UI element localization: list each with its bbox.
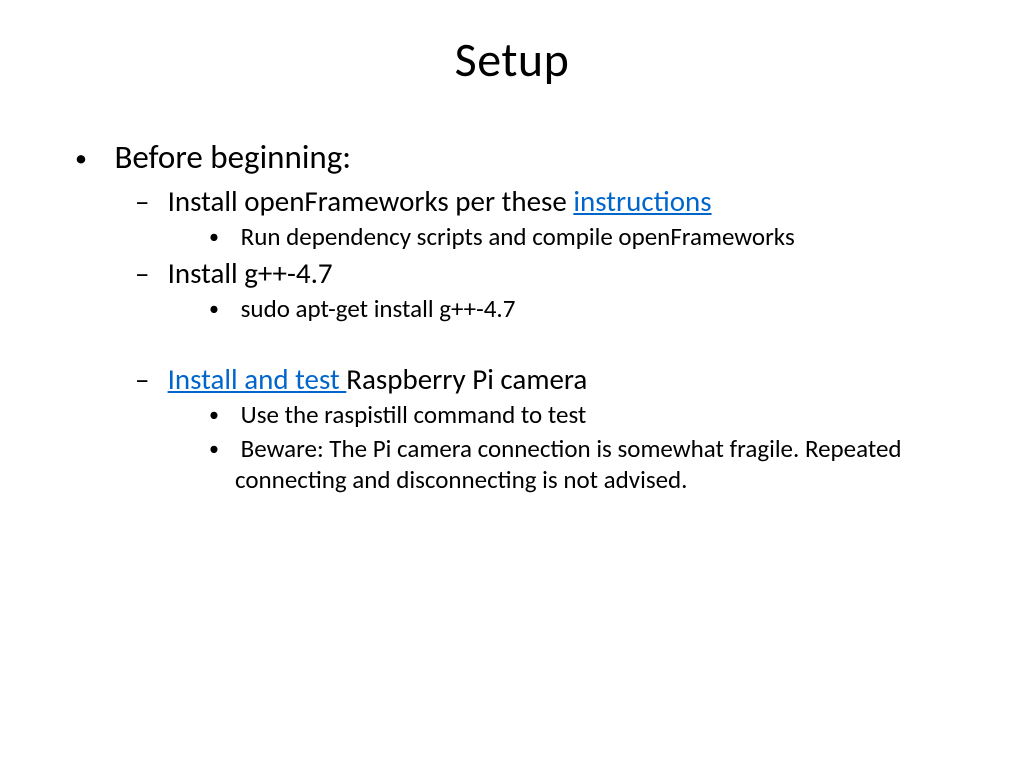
instructions-link[interactable]: instructions: [573, 183, 711, 219]
install-test-link[interactable]: Install and test: [168, 361, 347, 397]
bullet-beware: Beware: The Pi camera connection is some…: [209, 433, 939, 496]
slide-title: Setup: [85, 30, 939, 89]
bullet-text: Install openFrameworks per these: [168, 183, 574, 219]
bullet-run-dependency: Run dependency scripts and compile openF…: [209, 221, 939, 252]
bullet-text: Install g++-4.7: [168, 255, 333, 291]
bullet-sudo-apt: sudo apt-get install g++-4.7: [209, 293, 939, 324]
bullet-raspistill: Use the raspistill command to test: [209, 399, 939, 430]
bullet-list-level3: Use the raspistill command to test Bewar…: [161, 399, 939, 496]
bullet-list-level3: sudo apt-get install g++-4.7: [161, 293, 939, 324]
bullet-install-gpp: Install g++-4.7 sudo apt-get install g++…: [135, 255, 939, 324]
bullet-text: Raspberry Pi camera: [346, 361, 587, 397]
bullet-text: Beware: The Pi camera connection is some…: [235, 433, 902, 495]
bullet-before-beginning: Before beginning: Install openFrameworks…: [85, 137, 939, 495]
bullet-list-level3: Run dependency scripts and compile openF…: [161, 221, 939, 252]
bullet-install-openframeworks: Install openFrameworks per these instruc…: [135, 183, 939, 252]
bullet-text: Run dependency scripts and compile openF…: [241, 221, 795, 252]
bullet-list-level2: Install openFrameworks per these instruc…: [85, 183, 939, 495]
bullet-text: Use the raspistill command to test: [241, 399, 587, 430]
bullet-install-test-camera: Install and test Raspberry Pi camera Use…: [135, 361, 939, 496]
bullet-text: sudo apt-get install g++-4.7: [241, 293, 516, 324]
bullet-text: Before beginning:: [114, 137, 351, 177]
bullet-list-level1: Before beginning: Install openFrameworks…: [85, 137, 939, 495]
